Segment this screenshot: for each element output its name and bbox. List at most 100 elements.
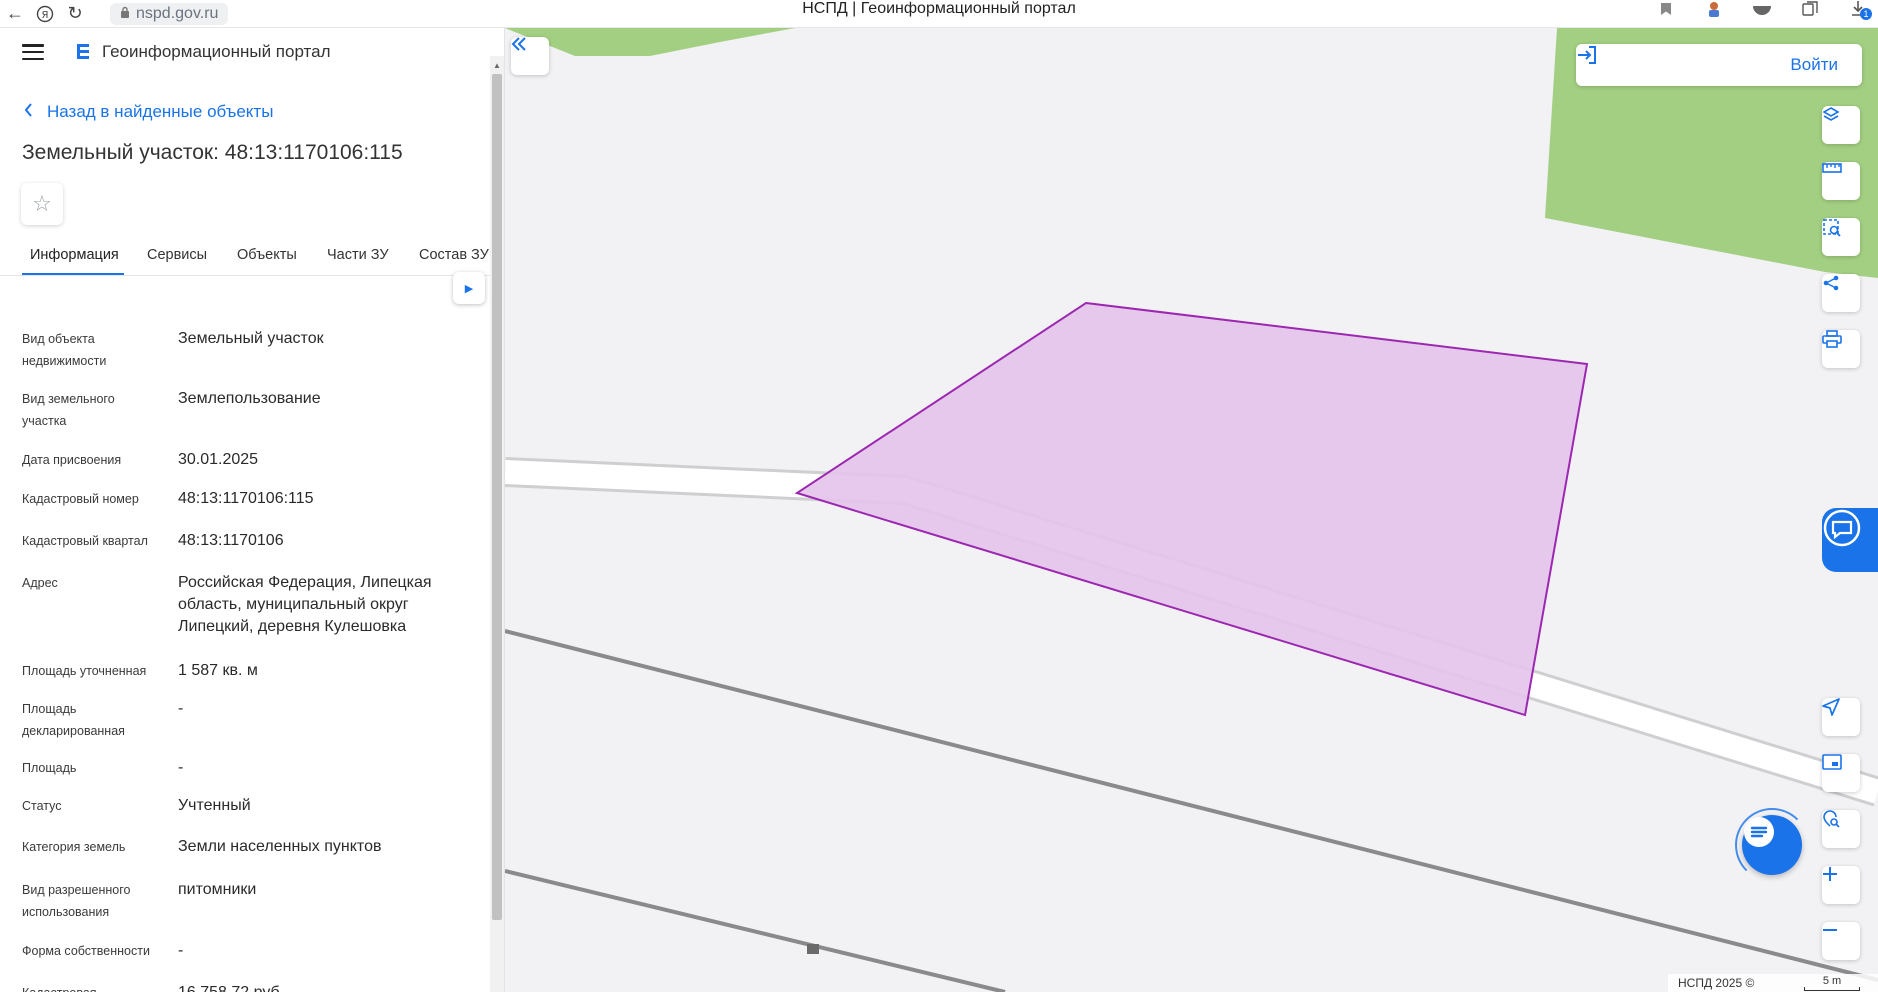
back-link-label: Назад в найденные объекты bbox=[47, 102, 274, 121]
info-value: 16 758,72 руб. bbox=[178, 982, 478, 992]
zoom-out-icon bbox=[1823, 929, 1837, 931]
zoom-out-button[interactable] bbox=[1822, 922, 1860, 960]
download-icon[interactable]: 1 bbox=[1848, 0, 1872, 20]
info-label: Адрес bbox=[22, 576, 58, 590]
chat-button[interactable] bbox=[1742, 815, 1802, 875]
info-value: Землепользование bbox=[178, 390, 321, 407]
menu-icon[interactable] bbox=[22, 44, 44, 60]
scale-bar: 5 m bbox=[1804, 975, 1860, 991]
share-icon bbox=[1823, 275, 1839, 291]
page-title: Земельный участок: 48:13:1170106:115 bbox=[22, 141, 403, 164]
sidebar-panel: Геоинформационный портал Назад в найденн… bbox=[0, 28, 505, 992]
layers-icon bbox=[1822, 107, 1840, 121]
star-icon: ☆ bbox=[32, 191, 52, 216]
info-value: 30.01.2025 bbox=[178, 451, 259, 468]
minimap-icon bbox=[1822, 754, 1842, 770]
lock-icon bbox=[120, 5, 130, 23]
info-label: Площадь декларированная bbox=[22, 702, 125, 738]
info-label: Кадастровый номер bbox=[22, 492, 139, 506]
collections-icon[interactable] bbox=[1800, 0, 1820, 18]
tab-overflow-clip: Состав ЗУ bbox=[419, 240, 490, 274]
ruler-icon bbox=[1822, 163, 1842, 173]
locate-icon bbox=[1822, 698, 1840, 716]
favorite-star-button[interactable]: ☆ bbox=[21, 183, 63, 225]
info-label: Вид разрешенного использования bbox=[22, 883, 131, 919]
login-label: Войти bbox=[1790, 55, 1838, 74]
url-text: nspd.gov.ru bbox=[136, 4, 219, 22]
info-value: Земли населенных пунктов bbox=[178, 838, 382, 855]
info-label: Дата присвоения bbox=[22, 453, 122, 467]
tabs-scroll-right-button[interactable]: ▶ bbox=[453, 272, 485, 304]
print-icon bbox=[1822, 330, 1842, 348]
info-value: Российская Федерация, Липецкая область, … bbox=[178, 574, 432, 635]
protect-icon[interactable] bbox=[1752, 0, 1772, 18]
back-to-results-link[interactable]: Назад в найденные объекты bbox=[24, 102, 273, 122]
info-label: Площадь уточненная bbox=[22, 664, 147, 678]
layers-button[interactable] bbox=[1822, 106, 1860, 144]
info-value: Земельный участок bbox=[178, 330, 324, 347]
login-button[interactable]: Войти bbox=[1576, 44, 1862, 86]
print-button[interactable] bbox=[1822, 330, 1860, 368]
zoom-in-button[interactable] bbox=[1822, 866, 1860, 904]
copyright-text: НСПД 2025 © bbox=[1678, 976, 1755, 990]
scale-ruler bbox=[1804, 987, 1860, 991]
extension-avatar-icon[interactable] bbox=[1704, 0, 1724, 18]
browser-extensions: 1 bbox=[1656, 0, 1872, 20]
yandex-icon[interactable]: Я bbox=[30, 0, 60, 28]
minimap-button[interactable] bbox=[1822, 754, 1860, 792]
info-label: Категория земель bbox=[22, 840, 126, 854]
chat-bubble-icon bbox=[1744, 817, 1774, 847]
info-label: Кадастровый квартал bbox=[22, 534, 148, 548]
tab-parcel-parts[interactable]: Части ЗУ bbox=[327, 247, 389, 263]
sidebar-scrollbar[interactable]: ▲ ▼ bbox=[490, 56, 504, 992]
info-value: - bbox=[178, 942, 184, 959]
brand[interactable]: Геоинформационный портал bbox=[74, 42, 331, 62]
info-value: питомники bbox=[178, 881, 257, 898]
scroll-up-arrow-icon[interactable]: ▲ bbox=[490, 58, 504, 72]
download-badge: 1 bbox=[1860, 8, 1872, 20]
map-canvas[interactable]: Войти НСПД 2025 © 5 m bbox=[505, 28, 1878, 992]
parcel-polygon[interactable] bbox=[794, 301, 1589, 717]
reload-icon[interactable]: ↻ bbox=[60, 0, 90, 28]
tab-information[interactable]: Информация bbox=[30, 247, 119, 263]
info-label: Статус bbox=[22, 799, 62, 813]
map-line bbox=[505, 869, 1006, 992]
map-layer bbox=[505, 28, 1878, 992]
tab-objects[interactable]: Объекты bbox=[237, 247, 297, 263]
area-select-icon bbox=[1823, 219, 1841, 237]
active-tab-indicator bbox=[22, 273, 124, 275]
info-value: - bbox=[178, 759, 184, 776]
bookmark-icon[interactable] bbox=[1656, 0, 1676, 18]
brand-name: Геоинформационный портал bbox=[102, 42, 331, 61]
scroll-thumb[interactable] bbox=[492, 74, 502, 920]
zoom-in-icon bbox=[1823, 867, 1837, 881]
area-select-button[interactable] bbox=[1822, 218, 1860, 256]
back-arrow-icon[interactable]: ← bbox=[0, 0, 30, 28]
share-button[interactable] bbox=[1822, 274, 1860, 312]
chevron-left-icon bbox=[24, 102, 33, 122]
collapse-panel-button[interactable] bbox=[511, 37, 549, 75]
info-label: Площадь bbox=[22, 761, 77, 775]
caret-right-icon: ▶ bbox=[464, 282, 474, 295]
tab-services[interactable]: Сервисы bbox=[147, 247, 207, 263]
info-label: Вид объекта недвижимости bbox=[22, 332, 107, 368]
address-bar[interactable]: nspd.gov.ru bbox=[110, 2, 229, 25]
map-line bbox=[505, 629, 1878, 982]
svg-text:Я: Я bbox=[42, 10, 49, 21]
tab-parcel-composition[interactable]: Состав ЗУ bbox=[419, 247, 489, 263]
scale-label: 5 m bbox=[1822, 975, 1842, 987]
map-marker bbox=[807, 944, 819, 954]
geo-search-icon bbox=[1823, 810, 1840, 828]
info-label: Кадастровая bbox=[22, 982, 162, 992]
support-chat-icon bbox=[1823, 509, 1861, 547]
support-widget-button[interactable] bbox=[1822, 508, 1878, 572]
info-label: Форма собственности bbox=[22, 944, 150, 958]
map-footer: НСПД 2025 © 5 m bbox=[1668, 974, 1878, 992]
browser-toolbar: ← Я ↻ nspd.gov.ru bbox=[0, 0, 1878, 28]
info-value: 48:13:1170106 bbox=[178, 532, 284, 549]
geo-search-button[interactable] bbox=[1822, 810, 1860, 848]
locate-button[interactable] bbox=[1822, 698, 1860, 736]
info-tabs: Информация Сервисы Объекты Части ЗУ Сост… bbox=[0, 240, 490, 276]
info-value: Учтенный bbox=[178, 797, 251, 814]
ruler-button[interactable] bbox=[1822, 162, 1860, 200]
